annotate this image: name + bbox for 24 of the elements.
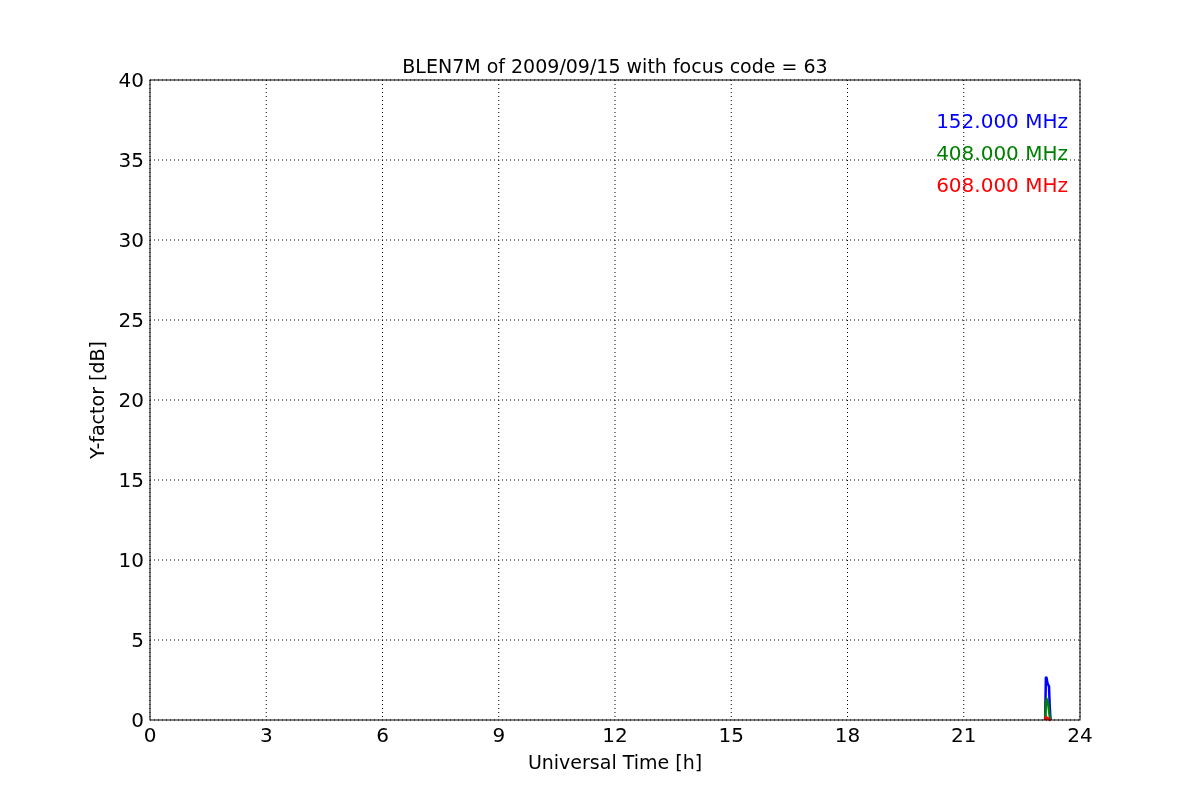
y-tick-label: 0: [131, 708, 144, 732]
x-tick-label: 12: [602, 723, 628, 747]
x-tick-label: 21: [951, 723, 977, 747]
legend-label: 152.000 MHz: [936, 109, 1068, 133]
y-tick-label: 35: [118, 148, 144, 172]
x-tick-label: 6: [376, 723, 389, 747]
y-tick-label: 30: [118, 228, 144, 252]
x-tick-label: 3: [259, 723, 273, 747]
y-tick-label: 20: [118, 388, 144, 412]
x-tick-label: 18: [834, 723, 861, 747]
x-tick-label: 0: [143, 723, 157, 747]
chart-title: BLEN7M of 2009/09/15 with focus code = 63: [402, 55, 828, 77]
y-tick-label: 40: [118, 68, 144, 92]
y-tick-label: 15: [118, 468, 144, 492]
legend-label: 408.000 MHz: [936, 141, 1068, 165]
y-tick-label: 10: [118, 548, 144, 572]
x-tick-label: 9: [492, 723, 506, 747]
y-axis-label: Y-factor [dB]: [86, 341, 108, 459]
x-tick-label: 24: [1067, 723, 1093, 747]
y-tick-label: 25: [118, 308, 144, 332]
x-axis-label: Universal Time [h]: [527, 751, 703, 773]
x-tick-label: 15: [718, 723, 744, 747]
legend-label: 608.000 MHz: [936, 173, 1068, 197]
y-tick-label: 5: [131, 628, 144, 652]
